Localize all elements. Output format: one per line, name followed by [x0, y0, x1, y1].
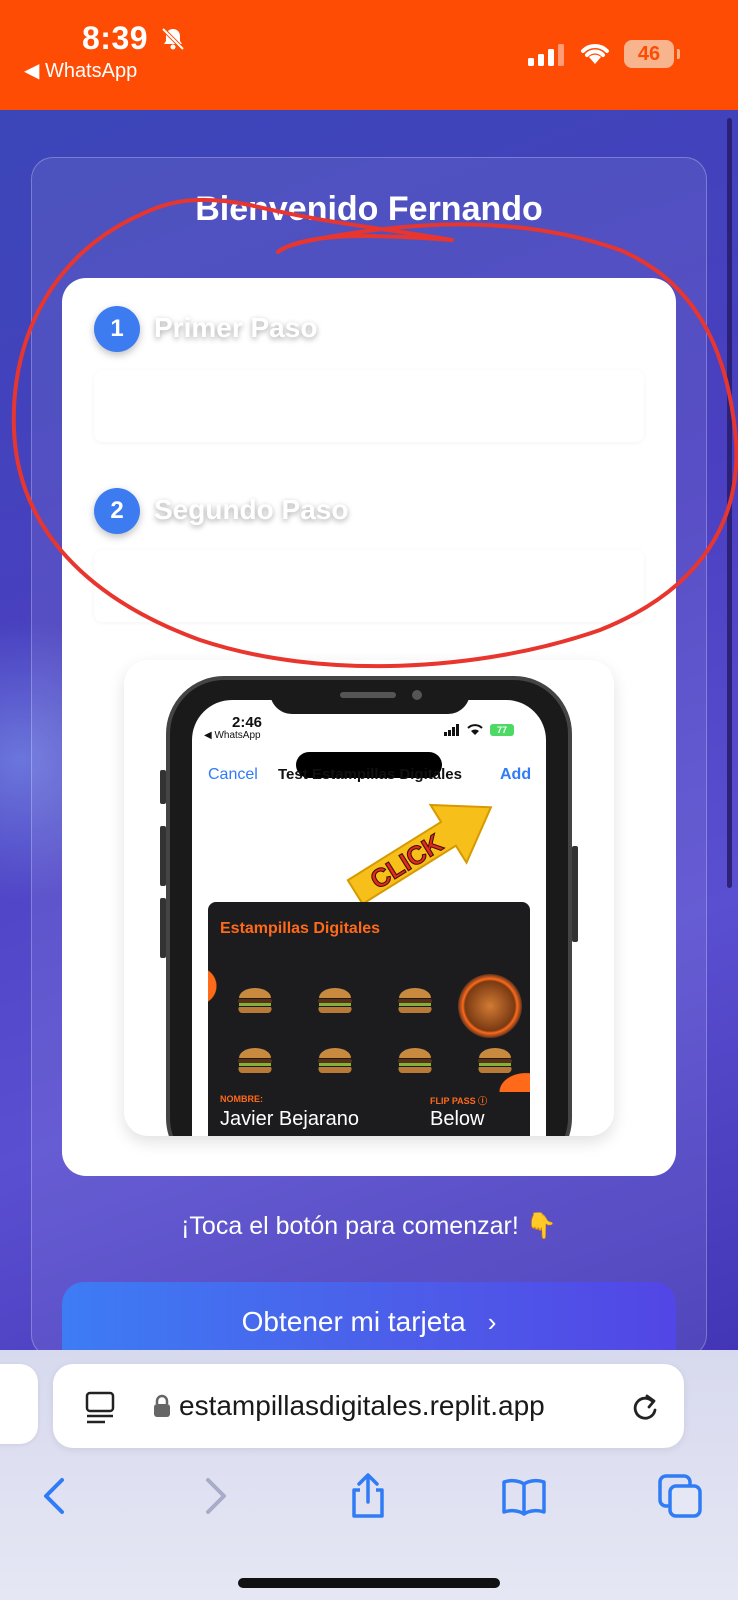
phone-mockup: 2:46 ◀ WhatsApp 77 Cancel Test Estampill… [166, 676, 572, 1136]
pass-field-value: Below [430, 1108, 485, 1130]
phone-speaker [340, 692, 396, 698]
click-arrow-icon: CLICK [346, 803, 493, 906]
phone-screen: 2:46 ◀ WhatsApp 77 Cancel Test Estampill… [192, 700, 546, 1136]
featured-burger-image [458, 974, 522, 1038]
mini-status-time: 2:46 [232, 714, 263, 731]
previous-tab-peek[interactable] [0, 1364, 38, 1444]
pass-field-value: Javier Bejarano [220, 1108, 359, 1130]
browser-toolbar: estampillasdigitales.replit.app [0, 1350, 738, 1600]
phone-notch [270, 680, 470, 714]
forward-icon[interactable] [190, 1472, 238, 1520]
home-indicator[interactable] [238, 1578, 500, 1588]
step-number: 2 [94, 488, 140, 534]
mini-wifi-icon [467, 724, 483, 735]
mini-signal-icon [444, 724, 459, 736]
burger-stamp-icon [398, 988, 432, 1014]
status-bar: 8:39 ◀ WhatsApp 46 [0, 0, 738, 110]
step-label: Segundo Paso [154, 494, 349, 525]
tutorial-image: 2:46 ◀ WhatsApp 77 Cancel Test Estampill… [124, 660, 614, 1136]
step-number: 1 [94, 306, 140, 352]
back-icon[interactable] [32, 1472, 80, 1520]
burger-stamp-icon [238, 988, 272, 1014]
bookmarks-icon[interactable] [500, 1472, 548, 1520]
phone-camera [412, 690, 422, 700]
pass-field-label: NOMBRE: [220, 1094, 263, 1104]
url-text[interactable]: estampillasdigitales.replit.app [179, 1390, 619, 1422]
step-label: Primer Paso [154, 312, 318, 343]
step-1: 1 Primer Paso [94, 306, 654, 352]
pass-name: Estampillas Digitales [220, 920, 381, 937]
back-to-app-link[interactable]: ◀ WhatsApp [24, 58, 137, 83]
burger-stamp-icon [318, 1048, 352, 1074]
wifi-icon [581, 44, 609, 64]
start-hint: ¡Toca el botón para comenzar! 👇 [181, 1212, 557, 1240]
reload-icon[interactable] [629, 1390, 661, 1424]
mini-back-app: ◀ WhatsApp [204, 730, 261, 741]
step-2-content [94, 550, 644, 622]
share-icon[interactable] [344, 1472, 392, 1520]
stamp-pass-preview: Estampillas Digitales NOMBRE: Javier Bej… [208, 902, 530, 1136]
mini-battery-icon: 77 [490, 724, 514, 736]
address-bar[interactable]: estampillasdigitales.replit.app [53, 1364, 684, 1448]
reader-icon[interactable] [85, 1390, 117, 1424]
pass-field-label: FLIP PASS ⓘ [430, 1096, 488, 1106]
step-1-content [94, 370, 644, 442]
burger-stamp-icon [478, 1048, 512, 1074]
get-card-button-label: Obtener mi tarjeta [241, 1306, 466, 1337]
scroll-indicator[interactable] [727, 118, 732, 888]
signal-icon [528, 44, 564, 66]
step-2: 2 Segundo Paso [94, 488, 654, 534]
burger-stamp-icon [318, 988, 352, 1014]
battery-icon: 46 [624, 40, 680, 68]
lock-icon [154, 1394, 170, 1417]
tabs-icon[interactable] [656, 1472, 704, 1520]
click-arrow-text: CLICK [365, 827, 448, 895]
mini-cancel-button: Cancel [208, 766, 258, 783]
status-time: 8:39 [82, 20, 149, 56]
burger-stamp-icon [238, 1048, 272, 1074]
bell-muted-icon [161, 27, 185, 51]
page-title: Bienvenido Fernando [195, 190, 543, 228]
phone-power-button [572, 846, 578, 942]
burger-stamp-icon [398, 1048, 432, 1074]
